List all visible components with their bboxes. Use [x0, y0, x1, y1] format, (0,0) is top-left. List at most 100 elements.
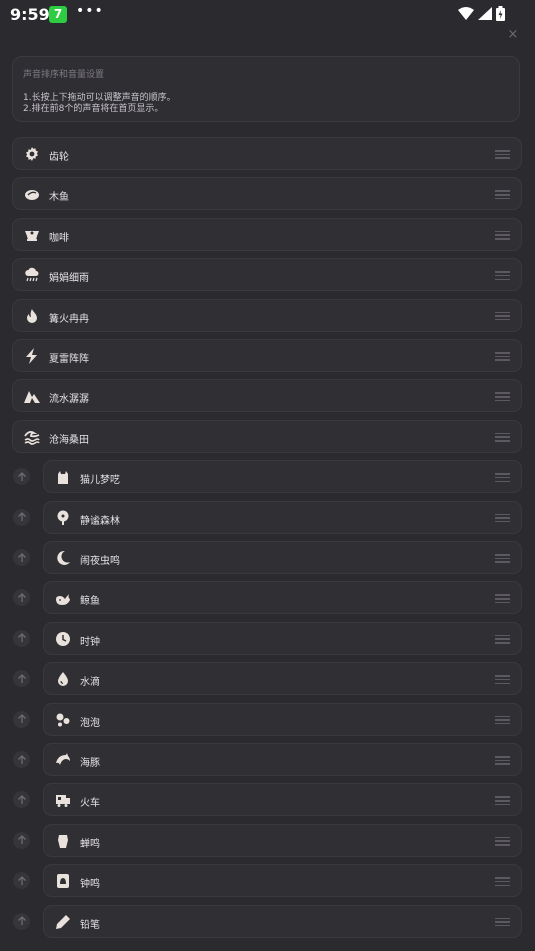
- arrow-up-icon: [17, 471, 26, 481]
- move-to-top-button[interactable]: [13, 508, 30, 526]
- drag-handle-icon[interactable]: [495, 392, 510, 402]
- sound-label: 咖啡: [49, 232, 69, 244]
- clock-icon: [55, 631, 71, 647]
- sound-row[interactable]: 海豚: [43, 743, 522, 776]
- sound-row[interactable]: 钟鸣: [43, 864, 522, 898]
- pencil-icon: [55, 914, 71, 930]
- drag-handle-icon[interactable]: [495, 715, 510, 725]
- instructions-title: 声音排序和音量设置: [23, 70, 105, 80]
- move-to-top-button[interactable]: [13, 912, 30, 930]
- move-to-top-button[interactable]: [13, 791, 30, 809]
- sound-row[interactable]: 娟娟细雨: [12, 258, 522, 292]
- instructions-card: 声音排序和音量设置 1.长按上下拖动可以调整声音的顺序。 2.排在前8个的声音将…: [12, 56, 520, 122]
- sound-row[interactable]: 猫儿梦呓: [43, 460, 522, 494]
- arrow-up-icon: [17, 633, 26, 643]
- drag-handle-icon[interactable]: [495, 917, 510, 927]
- sound-label: 时钟: [80, 636, 100, 648]
- drag-handle-icon[interactable]: [495, 190, 510, 200]
- sound-row[interactable]: 水滴: [43, 662, 522, 696]
- move-to-top-button[interactable]: [13, 872, 30, 890]
- app-notification-icon: 7: [49, 6, 67, 23]
- drag-handle-icon[interactable]: [495, 513, 510, 523]
- drag-handle-icon[interactable]: [495, 150, 510, 159]
- move-to-top-button[interactable]: [13, 629, 30, 647]
- wifi-icon: [458, 7, 474, 20]
- status-time: 9:59: [10, 5, 50, 24]
- rain-cloud-icon: [24, 267, 40, 283]
- sound-row[interactable]: 木鱼: [12, 177, 522, 211]
- sound-row[interactable]: 火车: [43, 783, 522, 817]
- tree-icon: [55, 510, 71, 526]
- bell-icon: [55, 873, 71, 889]
- arrow-up-icon: [17, 714, 26, 724]
- move-to-top-button[interactable]: [13, 468, 30, 486]
- arrow-up-icon: [17, 673, 26, 683]
- sound-row[interactable]: 沧海桑田: [12, 419, 522, 453]
- sound-row[interactable]: 铅笔: [43, 904, 522, 938]
- sound-label: 泡泡: [80, 717, 100, 729]
- move-to-top-button[interactable]: [13, 751, 30, 768]
- arrow-up-icon: [17, 835, 26, 845]
- sound-row[interactable]: 齿轮: [12, 137, 522, 170]
- sound-row[interactable]: 时钟: [43, 621, 522, 655]
- move-to-top-button[interactable]: [13, 831, 30, 849]
- sound-row[interactable]: 泡泡: [43, 702, 522, 736]
- bubbles-icon: [55, 712, 71, 728]
- drag-handle-icon[interactable]: [495, 675, 510, 685]
- sound-row[interactable]: 咖啡: [12, 217, 522, 251]
- sound-label: 木鱼: [49, 192, 69, 204]
- fire-icon: [24, 308, 40, 324]
- status-bar: 9:59 7 •••: [0, 0, 535, 30]
- arrow-up-icon: [17, 794, 26, 804]
- drag-handle-icon[interactable]: [495, 796, 510, 806]
- sound-row[interactable]: 鲸鱼: [43, 581, 522, 615]
- sound-label: 娟娟细雨: [49, 273, 89, 285]
- cat-icon: [55, 469, 71, 485]
- cicada-icon: [55, 833, 71, 849]
- sound-row[interactable]: 蝉鸣: [43, 823, 522, 857]
- close-button[interactable]: ×: [506, 28, 520, 42]
- drag-handle-icon[interactable]: [495, 554, 510, 563]
- coffee-icon: [24, 227, 40, 243]
- water-drop-icon: [55, 671, 71, 687]
- sound-row[interactable]: 闹夜虫鸣: [43, 541, 522, 574]
- sound-row[interactable]: 静谧森林: [43, 500, 522, 534]
- lightning-icon: [24, 348, 40, 364]
- drag-handle-icon[interactable]: [495, 594, 510, 604]
- system-icons: [458, 6, 505, 21]
- drag-handle-icon[interactable]: [495, 311, 510, 321]
- sound-row[interactable]: 篝火冉冉: [12, 298, 522, 332]
- sound-label: 猫儿梦呓: [80, 475, 120, 487]
- drag-handle-icon[interactable]: [495, 352, 510, 361]
- drag-handle-icon[interactable]: [495, 756, 510, 765]
- arrow-up-icon: [17, 754, 26, 764]
- arrow-up-icon: [17, 552, 26, 562]
- drag-handle-icon[interactable]: [495, 473, 510, 483]
- move-to-top-button[interactable]: [13, 549, 30, 566]
- drag-handle-icon[interactable]: [495, 634, 510, 644]
- sound-label: 篝火冉冉: [49, 313, 89, 325]
- move-to-top-button[interactable]: [13, 589, 30, 607]
- sound-label: 铅笔: [80, 919, 100, 931]
- sound-label: 夏雷阵阵: [49, 354, 89, 365]
- instructions-line-2: 2.排在前8个的声音将在首页显示。: [23, 104, 164, 114]
- wave-icon: [24, 429, 40, 445]
- sound-label: 流水潺潺: [49, 394, 89, 406]
- sound-label: 齿轮: [49, 152, 69, 163]
- sound-label: 蝉鸣: [80, 838, 100, 850]
- sound-label: 鲸鱼: [80, 596, 100, 608]
- sound-label: 钟鸣: [80, 879, 100, 891]
- drag-handle-icon[interactable]: [495, 432, 510, 442]
- move-to-top-button[interactable]: [13, 710, 30, 728]
- move-to-top-button[interactable]: [13, 670, 30, 688]
- sound-row[interactable]: 流水潺潺: [12, 379, 522, 413]
- drag-handle-icon[interactable]: [495, 877, 510, 887]
- drag-handle-icon[interactable]: [495, 271, 510, 281]
- sound-label: 海豚: [80, 758, 100, 769]
- drag-handle-icon[interactable]: [495, 230, 510, 240]
- sound-label: 火车: [80, 798, 100, 810]
- dolphin-icon: [55, 752, 71, 768]
- sound-label: 沧海桑田: [49, 434, 89, 446]
- sound-row[interactable]: 夏雷阵阵: [12, 339, 522, 372]
- drag-handle-icon[interactable]: [495, 836, 510, 846]
